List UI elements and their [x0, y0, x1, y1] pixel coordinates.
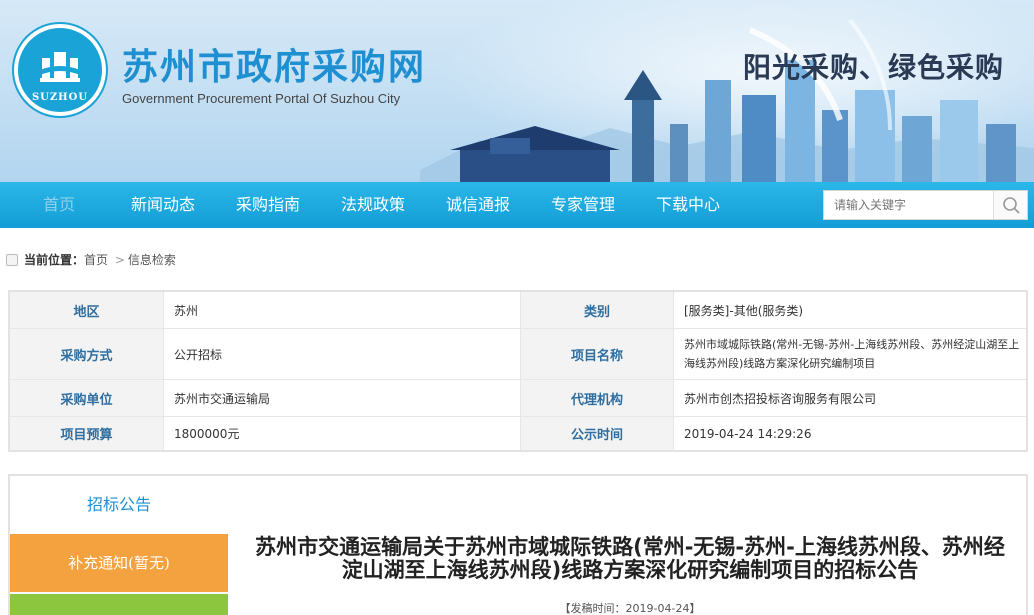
city-gate-icon	[40, 52, 80, 82]
notice-date: 【发稿时间：2019-04-24】	[559, 602, 701, 615]
breadcrumb-bullet-icon	[6, 254, 18, 266]
table-row: 项目预算 1800000元 公示时间 2019-04-24 14:29:26	[10, 417, 1026, 450]
label-publish-time: 公示时间	[520, 417, 673, 450]
city-skyline-illustration	[420, 20, 1034, 182]
label-category: 类别	[520, 292, 673, 328]
logo-text: SUZHOU	[31, 92, 89, 103]
search-icon	[1003, 197, 1020, 214]
label-budget: 项目预算	[10, 417, 163, 450]
sidebar-title[interactable]: 招标公告	[10, 476, 228, 534]
search-input[interactable]	[824, 191, 994, 219]
sidebar-tab-next[interactable]	[10, 594, 228, 615]
value-purchaser: 苏州市交通运输局	[163, 380, 520, 416]
label-agency: 代理机构	[520, 380, 673, 416]
value-region: 苏州	[163, 292, 520, 328]
site-header: SUZHOU 苏州市政府采购网 Government Procurement P…	[0, 0, 1034, 182]
sidebar-tab-supplement[interactable]: 补充通知(暂无)	[10, 534, 228, 592]
nav-home[interactable]: 首页	[43, 182, 75, 228]
label-purchaser: 采购单位	[10, 380, 163, 416]
value-method: 公开招标	[163, 329, 520, 379]
breadcrumb-current: 信息检索	[127, 253, 176, 267]
value-publish-time: 2019-04-24 14:29:26	[673, 417, 1026, 450]
breadcrumb-label: 当前位置：	[24, 253, 85, 267]
search-button[interactable]	[993, 191, 1027, 219]
value-budget: 1800000元	[163, 417, 520, 450]
breadcrumb: 当前位置：首页 > 信息检索	[6, 250, 176, 270]
breadcrumb-separator: >	[114, 253, 125, 267]
breadcrumb-home[interactable]: 首页	[84, 253, 108, 267]
slogan: 阳光采购、绿色采购	[743, 51, 1005, 84]
table-row: 采购方式 公开招标 项目名称 苏州市域城际铁路(常州-无锡-苏州-上海线苏州段、…	[10, 329, 1026, 380]
label-method: 采购方式	[10, 329, 163, 379]
search-box	[823, 190, 1028, 220]
table-row: 地区 苏州 类别 [服务类]-其他(服务类)	[10, 292, 1026, 329]
value-category: [服务类]-其他(服务类)	[673, 292, 1026, 328]
table-row: 采购单位 苏州市交通运输局 代理机构 苏州市创杰招投标咨询服务有限公司	[10, 380, 1026, 417]
nav-news[interactable]: 新闻动态	[131, 182, 195, 228]
suzhou-logo[interactable]: SUZHOU	[14, 24, 106, 116]
site-title[interactable]: 苏州市政府采购网	[122, 38, 426, 90]
nav-guide[interactable]: 采购指南	[236, 182, 300, 228]
notice-section: 招标公告 补充通知(暂无) 苏州市交通运输局关于苏州市域城际铁路(常州-无锡-苏…	[8, 474, 1028, 615]
site-subtitle: Government Procurement Portal Of Suzhou …	[122, 91, 401, 106]
label-region: 地区	[10, 292, 163, 328]
notice-title: 苏州市交通运输局关于苏州市域城际铁路(常州-无锡-苏州-上海线苏州段、苏州经淀山…	[255, 535, 1005, 582]
value-project-name: 苏州市域城际铁路(常州-无锡-苏州-上海线苏州段、苏州经淀山湖至上海线苏州段)线…	[673, 329, 1026, 379]
notice-sidebar: 招标公告 补充通知(暂无)	[10, 476, 228, 615]
nav-downloads[interactable]: 下载中心	[656, 182, 720, 228]
nav-integrity[interactable]: 诚信通报	[446, 182, 510, 228]
procurement-info-table: 地区 苏州 类别 [服务类]-其他(服务类) 采购方式 公开招标 项目名称 苏州…	[8, 290, 1028, 452]
value-agency: 苏州市创杰招投标咨询服务有限公司	[673, 380, 1026, 416]
nav-policy[interactable]: 法规政策	[341, 182, 405, 228]
label-project-name: 项目名称	[520, 329, 673, 379]
nav-experts[interactable]: 专家管理	[551, 182, 615, 228]
